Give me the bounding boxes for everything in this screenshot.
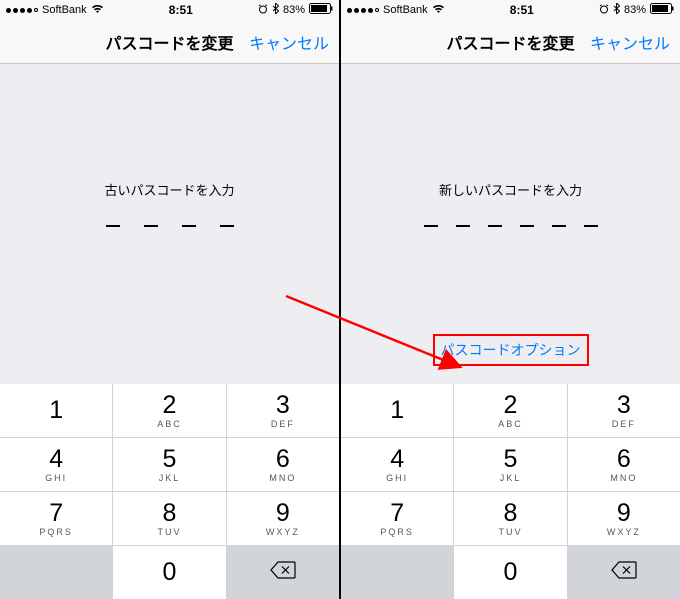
phone-left: SoftBank 8:51 83% パスコードを変更 キャンセル 古いパスコード… — [0, 0, 339, 599]
key-7[interactable]: 7PQRS — [341, 492, 453, 545]
key-blank — [341, 546, 453, 599]
nav-title: パスコードを変更 — [446, 30, 574, 54]
key-5[interactable]: 5JKL — [454, 438, 566, 491]
key-5[interactable]: 5JKL — [113, 438, 225, 491]
key-3[interactable]: 3DEF — [568, 384, 680, 437]
key-1[interactable]: 1 — [0, 384, 112, 437]
passcode-options-link[interactable]: パスコードオプション — [433, 334, 589, 366]
key-1[interactable]: 1 — [341, 384, 453, 437]
wifi-icon — [432, 4, 445, 17]
cancel-button[interactable]: キャンセル — [590, 30, 670, 54]
backspace-key[interactable] — [227, 546, 339, 599]
phone-right: SoftBank 8:51 83% パスコードを変更 キャンセル 新しいパスコー… — [341, 0, 680, 599]
carrier-label: SoftBank — [383, 4, 428, 16]
carrier-label: SoftBank — [42, 4, 87, 16]
battery-icon — [309, 3, 333, 17]
passcode-prompt: 新しいパスコードを入力 — [439, 180, 582, 199]
key-8[interactable]: 8TUV — [113, 492, 225, 545]
cancel-button[interactable]: キャンセル — [249, 30, 329, 54]
numeric-keypad: 1 2ABC 3DEF 4GHI 5JKL 6MNO 7PQRS 8TUV 9W… — [0, 384, 339, 599]
backspace-key[interactable] — [568, 546, 680, 599]
alarm-icon — [258, 4, 268, 17]
status-bar: SoftBank 8:51 83% — [0, 0, 339, 20]
key-4[interactable]: 4GHI — [341, 438, 453, 491]
key-8[interactable]: 8TUV — [454, 492, 566, 545]
wifi-icon — [91, 4, 104, 17]
numeric-keypad: 1 2ABC 3DEF 4GHI 5JKL 6MNO 7PQRS 8TUV 9W… — [341, 384, 680, 599]
key-6[interactable]: 6MNO — [568, 438, 680, 491]
key-3[interactable]: 3DEF — [227, 384, 339, 437]
status-bar: SoftBank 8:51 83% — [341, 0, 680, 20]
key-0[interactable]: 0 — [454, 546, 566, 599]
signal-dots-icon — [347, 8, 379, 13]
bluetooth-icon — [613, 3, 620, 17]
key-2[interactable]: 2ABC — [454, 384, 566, 437]
key-0[interactable]: 0 — [113, 546, 225, 599]
bluetooth-icon — [272, 3, 279, 17]
status-time: 8:51 — [510, 3, 534, 17]
signal-dots-icon — [6, 8, 38, 13]
key-blank — [0, 546, 112, 599]
nav-bar: パスコードを変更 キャンセル — [0, 20, 339, 64]
passcode-prompt: 古いパスコードを入力 — [104, 180, 234, 199]
status-time: 8:51 — [169, 3, 193, 17]
key-2[interactable]: 2ABC — [113, 384, 225, 437]
battery-percent: 83% — [283, 4, 305, 16]
battery-icon — [650, 3, 674, 17]
key-9[interactable]: 9WXYZ — [227, 492, 339, 545]
battery-percent: 83% — [624, 4, 646, 16]
passcode-dashes-6 — [424, 225, 598, 227]
nav-bar: パスコードを変更 キャンセル — [341, 20, 680, 64]
content-area: 古いパスコードを入力 — [0, 64, 339, 384]
key-7[interactable]: 7PQRS — [0, 492, 112, 545]
key-4[interactable]: 4GHI — [0, 438, 112, 491]
alarm-icon — [599, 4, 609, 17]
nav-title: パスコードを変更 — [105, 30, 233, 54]
content-area: 新しいパスコードを入力 パスコードオプション — [341, 64, 680, 384]
backspace-icon — [270, 561, 296, 584]
passcode-dashes-4 — [106, 225, 234, 227]
backspace-icon — [611, 561, 637, 584]
key-9[interactable]: 9WXYZ — [568, 492, 680, 545]
key-6[interactable]: 6MNO — [227, 438, 339, 491]
